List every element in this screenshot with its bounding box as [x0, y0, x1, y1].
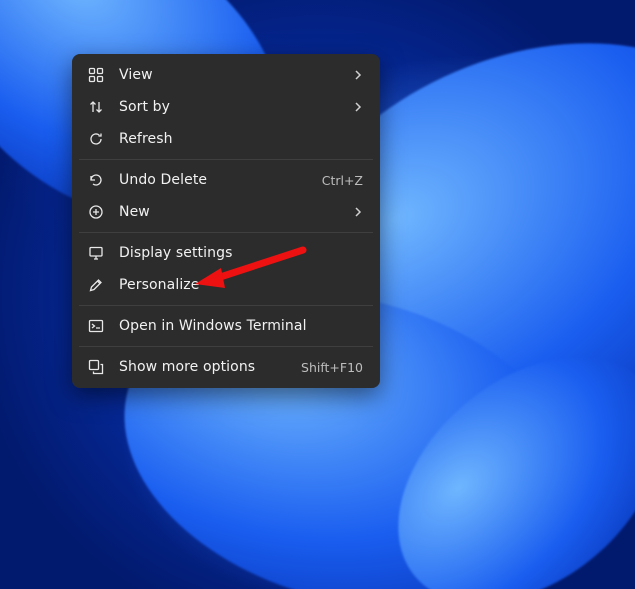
view-icon — [87, 66, 105, 84]
menu-item-label: Show more options — [105, 359, 301, 375]
menu-separator — [79, 159, 373, 160]
menu-item-label: Personalize — [105, 277, 365, 293]
desktop-wallpaper[interactable]: View Sort by Refresh — [0, 0, 635, 589]
refresh-icon — [87, 130, 105, 148]
menu-item-shortcut: Shift+F10 — [301, 360, 365, 375]
menu-item-label: View — [105, 67, 353, 83]
chevron-right-icon — [353, 207, 365, 217]
menu-item-sort-by[interactable]: Sort by — [77, 91, 375, 123]
menu-item-view[interactable]: View — [77, 59, 375, 91]
sort-icon — [87, 98, 105, 116]
more-options-icon — [87, 358, 105, 376]
menu-item-undo-delete[interactable]: Undo Delete Ctrl+Z — [77, 164, 375, 196]
menu-separator — [79, 305, 373, 306]
menu-item-refresh[interactable]: Refresh — [77, 123, 375, 155]
terminal-icon — [87, 317, 105, 335]
chevron-right-icon — [353, 102, 365, 112]
menu-item-new[interactable]: New — [77, 196, 375, 228]
menu-separator — [79, 232, 373, 233]
undo-icon — [87, 171, 105, 189]
desktop-context-menu: View Sort by Refresh — [72, 54, 380, 388]
chevron-right-icon — [353, 70, 365, 80]
menu-item-open-terminal[interactable]: Open in Windows Terminal — [77, 310, 375, 342]
menu-item-label: Sort by — [105, 99, 353, 115]
menu-item-label: Display settings — [105, 245, 365, 261]
menu-item-personalize[interactable]: Personalize — [77, 269, 375, 301]
menu-item-label: Undo Delete — [105, 172, 322, 188]
personalize-icon — [87, 276, 105, 294]
menu-item-show-more-options[interactable]: Show more options Shift+F10 — [77, 351, 375, 383]
menu-item-label: Open in Windows Terminal — [105, 318, 365, 334]
menu-item-display-settings[interactable]: Display settings — [77, 237, 375, 269]
menu-item-shortcut: Ctrl+Z — [322, 173, 365, 188]
new-icon — [87, 203, 105, 221]
menu-separator — [79, 346, 373, 347]
display-settings-icon — [87, 244, 105, 262]
menu-item-label: New — [105, 204, 353, 220]
menu-item-label: Refresh — [105, 131, 365, 147]
